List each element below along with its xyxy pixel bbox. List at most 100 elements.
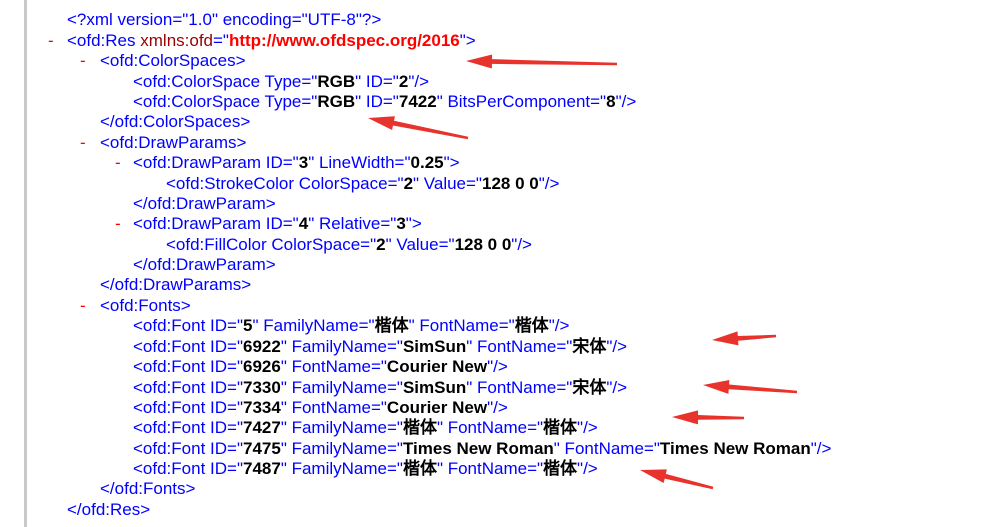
xml-attribute-value: 楷体 xyxy=(374,316,409,335)
xml-markup: " FontName=" xyxy=(436,418,544,437)
xml-attribute-value: 6926 xyxy=(243,357,281,376)
xml-attribute-value: 楷体 xyxy=(514,316,549,335)
xml-markup: <ofd:Font ID=" xyxy=(133,316,243,335)
xml-markup: </ofd:ColorSpaces> xyxy=(100,112,251,131)
xml-attribute-value: 8 xyxy=(606,92,616,111)
xml-markup: "/> xyxy=(606,378,628,397)
xml-markup: <ofd:Font ID=" xyxy=(133,398,243,417)
xml-line-drawparams-close: </ofd:DrawParams> xyxy=(100,275,251,295)
xml-attribute-value: 2 xyxy=(398,72,409,91)
xml-attribute-value: 128 0 0 xyxy=(481,174,539,193)
xml-attribute-value: 7427 xyxy=(243,418,281,437)
xml-markup: "> xyxy=(443,153,460,172)
xml-markup: " FontName=" xyxy=(466,378,573,397)
xml-markup: <ofd:Font ID=" xyxy=(133,337,243,356)
xml-attribute-value: 楷体 xyxy=(543,459,578,478)
xml-line-colorspaces-close: </ofd:ColorSpaces> xyxy=(100,112,250,132)
xml-attribute-value: 楷体 xyxy=(402,418,437,437)
xml-markup: <ofd:FillColor ColorSpace=" xyxy=(166,235,377,254)
xml-markup: <ofd:ColorSpaces> xyxy=(100,51,246,70)
xml-attribute-value: 7330 xyxy=(243,378,281,397)
xml-markup: "/> xyxy=(511,235,532,254)
xml-attribute-value: RGB xyxy=(317,92,356,111)
xml-markup: "/> xyxy=(487,357,508,376)
xml-markup: "/> xyxy=(548,316,570,335)
xml-attribute-value: 3 xyxy=(298,153,309,172)
xml-attribute-value: 楷体 xyxy=(543,418,578,437)
xml-attribute-value: 7475 xyxy=(243,439,281,458)
xml-markup: "/> xyxy=(577,418,598,437)
xml-markup: "/> xyxy=(577,459,598,478)
xml-markup: <ofd:Font ID=" xyxy=(133,418,243,437)
xml-markup: <ofd:DrawParams> xyxy=(100,133,247,152)
xml-attribute-value: 2 xyxy=(376,235,386,254)
xml-markup: "/> xyxy=(615,92,637,111)
xml-attribute-value: 7487 xyxy=(243,459,281,478)
collapse-toggle-fonts-open[interactable]: - xyxy=(80,296,86,316)
xml-line-res-close: </ofd:Res> xyxy=(67,500,150,520)
xml-markup: "/> xyxy=(606,337,628,356)
xml-markup: <ofd:DrawParam ID=" xyxy=(133,153,299,172)
xml-markup: </ofd:DrawParam> xyxy=(133,194,276,213)
collapse-toggle-res-open[interactable]: - xyxy=(48,31,54,51)
xml-markup: " Value=" xyxy=(413,174,482,193)
xml-markup: " FontName=" xyxy=(553,439,660,458)
xml-attribute-name: xmlns:ofd xyxy=(140,31,213,50)
xml-line-drawparam-4-open: <ofd:DrawParam ID="4" Relative="3"> xyxy=(133,214,422,234)
collapse-toggle-drawparams-open[interactable]: - xyxy=(80,133,86,153)
collapse-toggle-colorspaces-open[interactable]: - xyxy=(80,51,86,71)
xml-tree-view: <?xml version="1.0" encoding="UTF-8"?> <o… xyxy=(0,0,981,527)
xml-markup: " FontName=" xyxy=(408,316,515,335)
xml-line-colorspace-2: <ofd:ColorSpace Type="RGB" ID="2"/> xyxy=(133,72,429,92)
xml-markup: "/> xyxy=(487,398,508,417)
xml-markup: <ofd:ColorSpace Type=" xyxy=(133,72,318,91)
xml-markup: <?xml version="1.0" encoding="UTF-8"?> xyxy=(67,10,382,29)
xml-markup: </ofd:Res> xyxy=(67,500,151,519)
xml-attribute-value: Courier New xyxy=(386,357,488,376)
xml-line-font-7475: <ofd:Font ID="7475" FamilyName="Times Ne… xyxy=(133,439,831,459)
xml-markup: " FamilyName=" xyxy=(280,337,403,356)
xml-line-drawparam-close: </ofd:DrawParam> xyxy=(133,255,276,275)
xml-line-font-7487: <ofd:Font ID="7487" FamilyName="楷体" Font… xyxy=(133,459,598,479)
xml-line-res-open: <ofd:Res xmlns:ofd="http://www.ofdspec.o… xyxy=(67,31,476,51)
xml-markup: <ofd:Font ID=" xyxy=(133,378,243,397)
xml-markup: </ofd:DrawParams> xyxy=(100,275,252,294)
xml-line-colorspaces-open: <ofd:ColorSpaces> xyxy=(100,51,246,71)
xml-markup: " BitsPerComponent=" xyxy=(436,92,607,111)
xml-markup: <ofd:Fonts> xyxy=(100,296,191,315)
xml-markup: "/> xyxy=(538,174,560,193)
xml-markup: " FontName=" xyxy=(280,398,387,417)
xml-markup: " ID=" xyxy=(355,72,399,91)
xml-markup: " FamilyName=" xyxy=(280,378,403,397)
xml-attribute-value: 2 xyxy=(403,174,414,193)
xml-line-font-7330: <ofd:Font ID="7330" FamilyName="SimSun" … xyxy=(133,378,627,398)
xml-attribute-value: Courier New xyxy=(386,398,488,417)
xml-line-xml-declaration: <?xml version="1.0" encoding="UTF-8"?> xyxy=(67,10,381,30)
xml-markup: " FontName=" xyxy=(280,357,387,376)
xml-markup: " FontName=" xyxy=(466,337,573,356)
xml-markup: "> xyxy=(459,31,476,50)
xml-markup: "> xyxy=(405,214,422,233)
xml-attribute-value: RGB xyxy=(317,72,356,91)
xml-markup: =" xyxy=(213,31,229,50)
xml-markup: "/> xyxy=(408,72,430,91)
xml-line-fillcolor: <ofd:FillColor ColorSpace="2" Value="128… xyxy=(166,235,532,255)
xml-markup: </ofd:Fonts> xyxy=(100,479,196,498)
xml-attribute-value: Times New Roman xyxy=(402,439,554,458)
xml-line-font-5: <ofd:Font ID="5" FamilyName="楷体" FontNam… xyxy=(133,316,569,336)
xml-markup: " ID=" xyxy=(355,92,399,111)
xml-line-fonts-close: </ofd:Fonts> xyxy=(100,479,195,499)
xml-markup: <ofd:Font ID=" xyxy=(133,439,243,458)
collapse-toggle-drawparam-3-open[interactable]: - xyxy=(115,153,121,173)
xml-markup: <ofd:DrawParam ID=" xyxy=(133,214,299,233)
xml-markup: <ofd:ColorSpace Type=" xyxy=(133,92,318,111)
xml-attribute-value: 宋体 xyxy=(572,337,607,356)
xml-markup: " FamilyName=" xyxy=(280,418,403,437)
xml-markup: <ofd:Res xyxy=(67,31,141,50)
xml-attribute-value: 4 xyxy=(298,214,309,233)
xml-attribute-value: 宋体 xyxy=(572,378,607,397)
xml-markup: " FamilyName=" xyxy=(252,316,375,335)
xml-attribute-value: SimSun xyxy=(402,378,467,397)
xml-markup: " FontName=" xyxy=(436,459,544,478)
collapse-toggle-drawparam-4-open[interactable]: - xyxy=(115,214,121,234)
